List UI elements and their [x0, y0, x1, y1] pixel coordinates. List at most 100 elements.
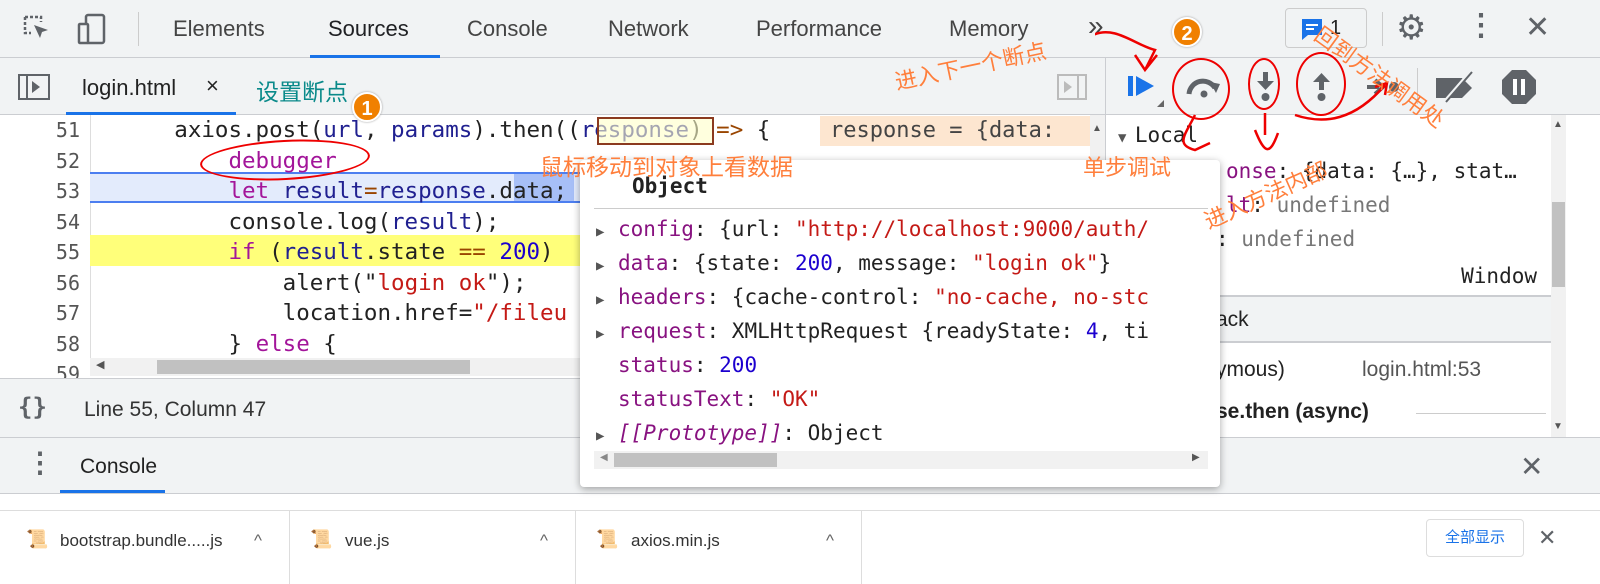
cursor-position: Line 55, Column 47	[84, 398, 267, 421]
download-filename: vue.js	[345, 531, 390, 550]
property-row[interactable]: ▶ [[Prototype]]: Object	[596, 418, 884, 448]
property-row[interactable]: ▶ config: {url: "http://localhost:9000/au…	[596, 214, 1149, 244]
chevron-up-icon[interactable]: ^	[540, 531, 548, 551]
inspect-element-icon[interactable]	[22, 14, 52, 44]
line-number[interactable]: 54	[0, 210, 80, 234]
toggle-navigator-icon[interactable]	[18, 74, 50, 100]
line-number[interactable]: 51	[0, 118, 80, 142]
scrollbar-thumb[interactable]	[157, 360, 470, 374]
chevron-up-icon[interactable]: ^	[826, 531, 834, 551]
tab-sources[interactable]: Sources	[328, 16, 409, 42]
download-item[interactable]: 📜 vue.js ^	[290, 511, 576, 584]
scope-var-third[interactable]: : undefined	[1216, 227, 1355, 251]
line-number[interactable]: 58	[0, 332, 80, 356]
code-token: alert("	[93, 269, 378, 296]
code-token: );	[472, 208, 500, 235]
expand-arrow-icon[interactable]: ▶	[596, 251, 618, 281]
hovered-variable-box[interactable]	[597, 117, 714, 145]
async-frame-label: se.then (async)	[1216, 400, 1369, 423]
property-token: : {url:	[693, 217, 796, 241]
download-item[interactable]: 📜 axios.min.js ^	[576, 511, 862, 584]
code-token: {	[743, 117, 771, 143]
file-tab-label: login.html	[82, 75, 177, 100]
code-token: {	[309, 330, 337, 357]
tab-performance[interactable]: Performance	[756, 16, 882, 42]
code-token: =>	[716, 117, 744, 143]
code-token: .state	[363, 239, 459, 265]
expand-arrow-icon[interactable]: ▶	[596, 285, 618, 315]
toggle-debugger-sidebar-icon[interactable]	[1057, 74, 1087, 100]
popover-scrollbar-thumb[interactable]	[614, 453, 777, 467]
download-filename: axios.min.js	[631, 531, 720, 550]
code-token: result	[282, 239, 364, 265]
property-token: : XMLHttpRequest {readyState:	[706, 319, 1086, 343]
line-number[interactable]: 59	[0, 362, 80, 378]
device-toggle-icon[interactable]	[76, 12, 110, 46]
popover-scrollbar[interactable]: ◀ ▶	[594, 451, 1208, 469]
line-number[interactable]: 55	[0, 240, 80, 264]
property-token: :	[693, 353, 720, 377]
drawer-menu-icon[interactable]: ⋮	[26, 446, 54, 479]
code-token: =	[363, 178, 378, 204]
property-row[interactable]: ▶ request: XMLHttpRequest {readyState: 4,…	[596, 316, 1149, 346]
close-tab-icon[interactable]: ×	[206, 73, 219, 99]
tab-network[interactable]: Network	[608, 16, 689, 42]
property-token: [[Prototype]]	[618, 421, 783, 445]
property-row[interactable]: statusText: "OK"	[596, 384, 820, 414]
pretty-print-icon[interactable]: {}	[18, 393, 47, 421]
property-row[interactable]: ▶ headers: {cache-control: "no-cache, no-…	[596, 282, 1149, 312]
object-preview-popover: Object ▶ config: {url: "http://localhost:…	[580, 160, 1220, 487]
property-token: data	[618, 251, 669, 275]
download-item[interactable]: 📜 bootstrap.bundle.....js ^	[0, 511, 290, 584]
code-token: url	[323, 117, 364, 143]
property-token: }	[1098, 251, 1112, 275]
annotation-badge-2: 2	[1172, 17, 1202, 47]
chevron-up-icon[interactable]: ^	[254, 531, 262, 551]
show-all-downloads-button[interactable]: 全部显示	[1426, 519, 1524, 557]
drawer-tab-console[interactable]: Console	[80, 455, 157, 479]
property-token: : {state:	[668, 251, 796, 275]
code-token: console.log(	[93, 208, 392, 235]
code-token: .	[485, 178, 500, 204]
annotation-step-over: 单步调试	[1083, 156, 1172, 181]
close-downloads-icon[interactable]: ✕	[1538, 525, 1556, 551]
code-token: )	[540, 239, 554, 265]
code-token: result	[282, 178, 364, 204]
download-filename: bootstrap.bundle.....js	[60, 531, 223, 550]
property-row[interactable]: status: 200	[596, 350, 757, 380]
annotation-set-breakpoint: 设置断点	[256, 80, 348, 106]
property-token: 200	[719, 353, 758, 377]
sidebar-scrollbar-thumb[interactable]	[1552, 202, 1565, 287]
line-number[interactable]: 57	[0, 301, 80, 325]
code-token: ).then((	[472, 117, 581, 143]
line-number[interactable]: 52	[0, 149, 80, 173]
close-drawer-icon[interactable]: ✕	[1520, 450, 1543, 483]
file-tab-login-html[interactable]: login.html ×	[66, 58, 236, 115]
code-token: response	[377, 178, 486, 204]
code-token: else	[255, 330, 310, 357]
property-token: statusText	[618, 387, 745, 411]
code-token: ==	[458, 239, 486, 265]
property-token: "OK"	[769, 387, 821, 411]
global-scope-value: Window	[1461, 264, 1537, 288]
call-frame-name[interactable]: ymous)	[1216, 358, 1285, 382]
call-frame-location[interactable]: login.html:53	[1362, 358, 1481, 382]
line-number[interactable]: 53	[0, 179, 80, 203]
line-number[interactable]: 56	[0, 271, 80, 295]
expand-arrow-icon[interactable]: ▶	[596, 319, 618, 349]
property-row[interactable]: ▶ data: {state: 200, message: "login ok"}	[596, 248, 1111, 278]
property-token: , ti	[1098, 319, 1150, 343]
property-token: , message:	[832, 251, 973, 275]
property-token: : Object	[782, 421, 884, 445]
expand-arrow-icon[interactable]: ▶	[596, 217, 618, 247]
code-token: location.href=	[93, 300, 473, 326]
property-token: headers	[618, 285, 707, 309]
property-token: 4	[1085, 319, 1099, 343]
expand-arrow-icon[interactable]: ▶	[596, 421, 618, 451]
sidebar-scrollbar[interactable]: ▲ ▼	[1551, 115, 1566, 437]
third-value: undefined	[1241, 227, 1356, 251]
tab-elements[interactable]: Elements	[173, 16, 265, 42]
tab-console[interactable]: Console	[467, 16, 548, 42]
property-token: 200	[795, 251, 833, 275]
